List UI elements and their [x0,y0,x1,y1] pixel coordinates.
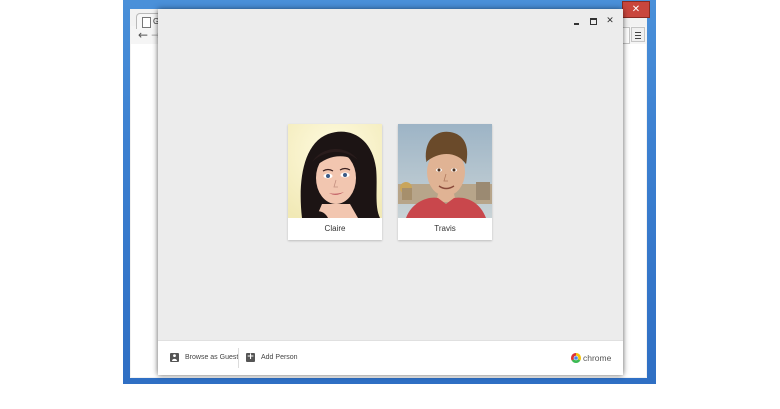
chrome-wordmark: chrome [583,353,612,363]
dialog-footer: Browse as Guest + Add Person chrome [158,340,623,375]
hamburger-icon-line [635,38,641,39]
maximize-button[interactable] [586,15,600,27]
footer-divider [238,348,239,368]
add-box-icon: + [246,353,255,362]
window-close-button[interactable]: ✕ [622,1,650,18]
hamburger-icon-line [635,35,641,36]
plus-glyph: + [246,352,255,362]
person-glyph [172,354,177,361]
omnibox-edge[interactable] [623,27,630,44]
chrome-menu-button[interactable] [631,27,645,42]
profile-name: Travis [434,224,456,233]
document-icon [142,17,151,28]
browse-as-guest-label: Browse as Guest [185,354,239,361]
profile-card-travis[interactable]: Travis [398,124,492,240]
chrome-logo-icon [571,353,581,363]
profile-chooser-dialog: ✕ Claire Travis Browse as Guest + Add Pe… [158,9,623,375]
close-button[interactable]: ✕ [603,15,617,27]
person-icon [170,353,179,362]
profile-name: Claire [324,224,346,233]
avatar [288,124,382,218]
profile-card-claire[interactable]: Claire [288,124,382,240]
avatar-photo-woman [288,124,382,218]
hamburger-icon [635,32,641,33]
minimize-button[interactable] [570,15,584,27]
avatar-photo-man [398,124,492,218]
add-person-label: Add Person [261,354,298,361]
avatar [398,124,492,218]
back-button[interactable]: ← [136,28,150,42]
